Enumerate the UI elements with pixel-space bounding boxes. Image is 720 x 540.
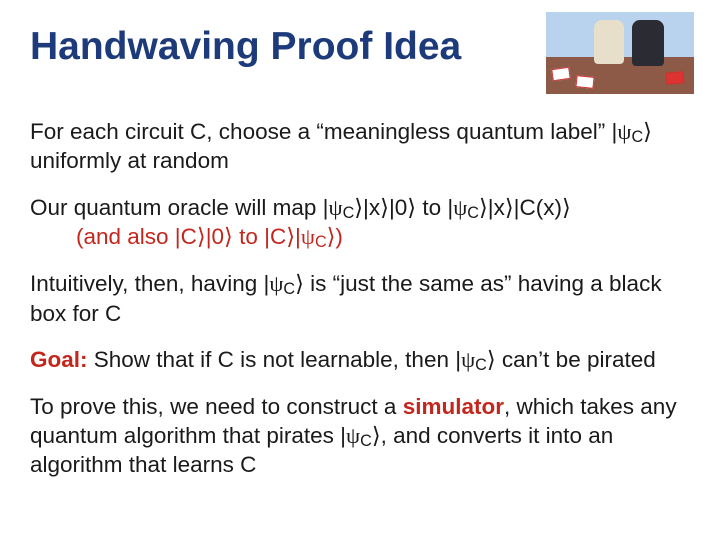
text: ) — [335, 224, 343, 249]
ket-symbol: ⟩ — [487, 347, 496, 372]
text: to | — [416, 195, 453, 220]
ket-symbol: ⟩ — [286, 224, 295, 249]
text: |0 — [206, 224, 224, 249]
ket-symbol: ⟩ — [372, 423, 381, 448]
text: |0 — [389, 195, 407, 220]
text: Intuitively, then, having | — [30, 271, 269, 296]
header-row: Handwaving Proof Idea — [30, 18, 690, 94]
text: Our quantum oracle will map | — [30, 195, 328, 220]
ket-symbol: ⟩ — [380, 195, 389, 220]
psi-symbol: ψ — [269, 271, 283, 296]
ket-symbol: ⟩ — [562, 195, 571, 220]
ket-symbol: ⟩ — [505, 195, 514, 220]
flag-icon — [551, 67, 570, 81]
psi-symbol: ψ — [461, 347, 475, 372]
psi-symbol: ψ — [453, 195, 467, 220]
ket-symbol: ⟩ — [197, 224, 206, 249]
paragraph-3: Intuitively, then, having |ψC⟩ is “just … — [30, 270, 690, 328]
ket-symbol: ⟩ — [295, 271, 304, 296]
header-photo — [546, 12, 694, 94]
subscript-c: C — [475, 356, 487, 374]
text: For each circuit C, choose a “meaningles… — [30, 119, 617, 144]
subscript-c: C — [343, 204, 355, 222]
simulator-label: simulator — [403, 394, 504, 419]
subscript-c: C — [360, 432, 372, 450]
slide-title: Handwaving Proof Idea — [30, 18, 461, 69]
text: (and also |C — [76, 224, 197, 249]
text: to |C — [233, 224, 286, 249]
ket-symbol: ⟩ — [354, 195, 363, 220]
slide: Handwaving Proof Idea For each circuit C… — [0, 0, 720, 517]
subscript-c: C — [631, 128, 643, 146]
subscript-c: C — [315, 233, 327, 251]
text: Show that if C is not learnable, then | — [88, 347, 462, 372]
ket-symbol: ⟩ — [643, 119, 652, 144]
indented-note: (and also |C⟩|0⟩ to |C⟩|ψC⟩) — [30, 223, 690, 252]
paragraph-2: Our quantum oracle will map |ψC⟩|x⟩|0⟩ t… — [30, 194, 690, 253]
text: can’t be pirated — [496, 347, 656, 372]
psi-symbol: ψ — [328, 195, 342, 220]
subscript-c: C — [283, 280, 295, 298]
psi-symbol: ψ — [346, 423, 360, 448]
paragraph-4: Goal: Show that if C is not learnable, t… — [30, 346, 690, 375]
slide-body: For each circuit C, choose a “meaningles… — [30, 118, 690, 479]
flag-icon — [575, 75, 594, 89]
paragraph-5: To prove this, we need to construct a si… — [30, 393, 690, 479]
ket-symbol: ⟩ — [224, 224, 233, 249]
paragraph-1: For each circuit C, choose a “meaningles… — [30, 118, 690, 176]
text: |x — [363, 195, 380, 220]
text: To prove this, we need to construct a — [30, 394, 403, 419]
goal-label: Goal: — [30, 347, 88, 372]
flag-icon — [666, 71, 685, 85]
ket-symbol: ⟩ — [479, 195, 488, 220]
psi-symbol: ψ — [301, 224, 315, 249]
psi-symbol: ψ — [617, 119, 631, 144]
text: uniformly at random — [30, 148, 229, 173]
ket-symbol: ⟩ — [407, 195, 416, 220]
text: |x — [488, 195, 505, 220]
subscript-c: C — [467, 204, 479, 222]
text: |C(x) — [514, 195, 562, 220]
